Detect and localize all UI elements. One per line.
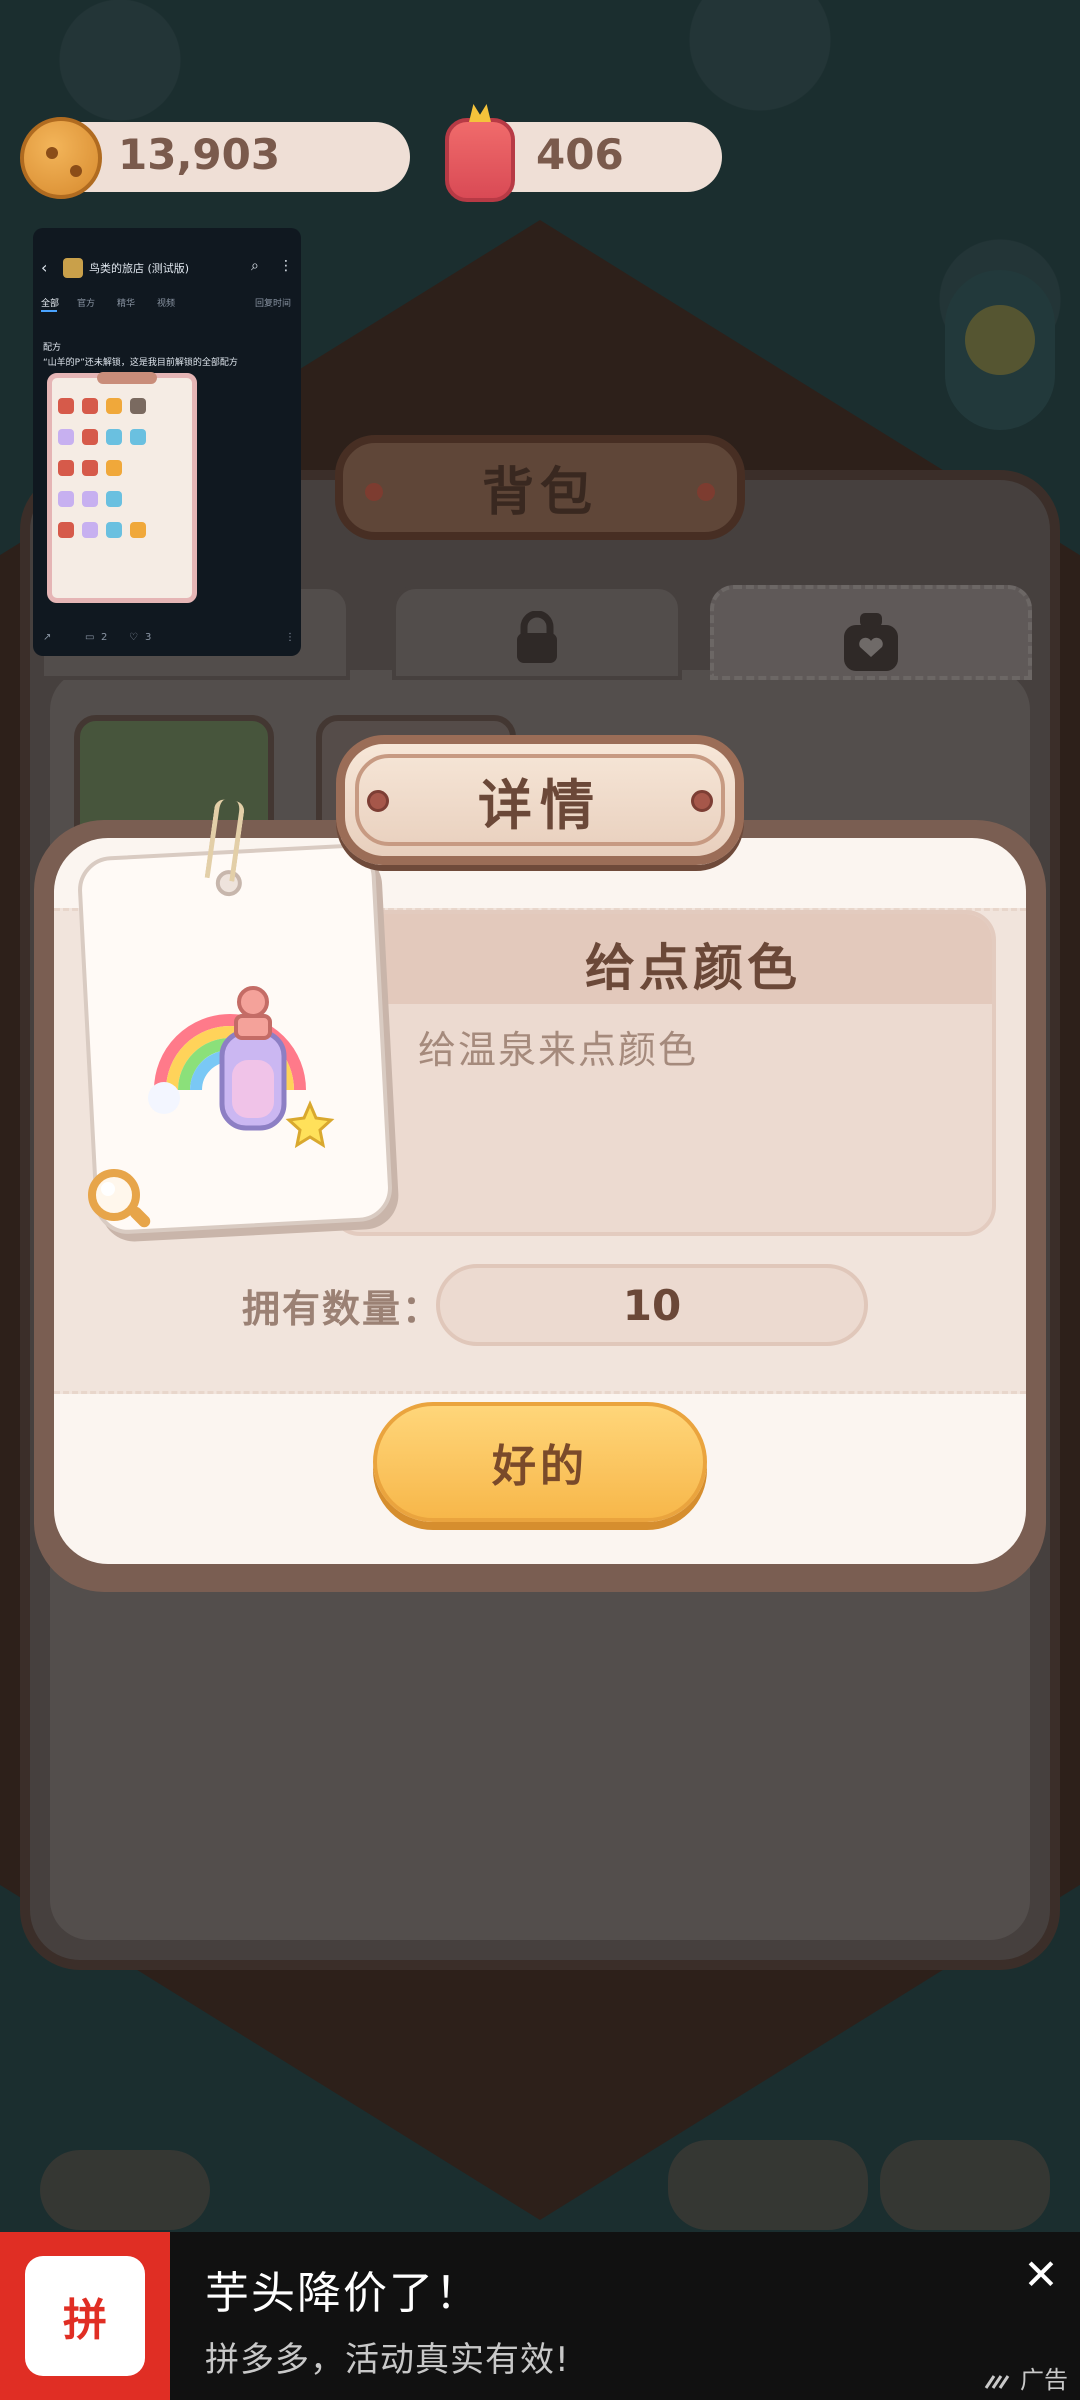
share-icon[interactable]: ↗ bbox=[43, 632, 51, 643]
ok-button-label: 好的 bbox=[492, 1441, 588, 1492]
detail-title-plaque: 详情 bbox=[336, 735, 744, 865]
pip-video-overlay[interactable]: ‹ 鸟类的旅店 (测试版) ⌕ ⋮ 全部 官方 精华 视频 回复时间 配方 “山… bbox=[33, 228, 301, 656]
pip-tab[interactable]: 官方 bbox=[77, 296, 95, 309]
item-description: 给温泉来点颜色 bbox=[418, 1028, 699, 1072]
pinduoduo-logo-icon: 拼 bbox=[0, 2232, 170, 2400]
ad-tag-text: 广告 bbox=[1020, 2366, 1068, 2394]
ad-logo-text: 拼 bbox=[63, 2295, 107, 2346]
ad-logo-inner: 拼 bbox=[25, 2256, 145, 2376]
pip-post-title: 配方 bbox=[43, 343, 62, 353]
pip-post-text: “山羊的P”还未解锁，这是我目前解锁的全部配方 bbox=[43, 358, 238, 368]
back-arrow-icon[interactable]: ‹ bbox=[41, 258, 47, 277]
pip-tab-underline bbox=[41, 310, 57, 312]
close-icon[interactable]: ✕ bbox=[1016, 2250, 1066, 2300]
more-icon[interactable]: ⋮ bbox=[279, 258, 293, 274]
pip-image-tag bbox=[97, 372, 157, 384]
cookie-count: 13,903 bbox=[118, 130, 281, 179]
dialog-title: 详情 bbox=[478, 773, 602, 837]
owned-count-label: 拥有数量： bbox=[242, 1287, 443, 1331]
cookie-icon bbox=[20, 117, 102, 199]
ad-subtitle: 拼多多，活动真实有效! bbox=[205, 2340, 570, 2380]
owned-count-box: 10 bbox=[436, 1264, 868, 1346]
pip-footer: ↗ ▭ 2 ♡ 3 ⋮ bbox=[33, 628, 301, 648]
search-icon[interactable]: ⌕ bbox=[251, 258, 259, 274]
more-icon[interactable]: ⋮ bbox=[285, 632, 295, 643]
item-info-box: 给点颜色 给温泉来点颜色 bbox=[330, 910, 996, 1236]
item-name: 给点颜色 bbox=[585, 939, 801, 997]
jam-jar-icon bbox=[445, 118, 515, 202]
magnifier-icon[interactable] bbox=[84, 1165, 154, 1235]
pip-recipe-grid bbox=[58, 398, 146, 553]
gem-count: 406 bbox=[536, 130, 624, 179]
app-icon bbox=[63, 258, 83, 278]
ad-label: 广告 bbox=[984, 2360, 1068, 2395]
ad-brand-icon bbox=[984, 2375, 1010, 2389]
pip-title: 鸟类的旅店 (测试版) bbox=[89, 262, 190, 275]
pip-tab[interactable]: 精华 bbox=[117, 296, 135, 309]
comment-count: 2 bbox=[101, 632, 108, 643]
nail-icon bbox=[367, 790, 389, 812]
nail-icon bbox=[691, 790, 713, 812]
like-icon[interactable]: ♡ bbox=[129, 632, 138, 643]
rainbow-potion-icon bbox=[148, 986, 335, 1149]
pip-sort[interactable]: 回复时间 bbox=[255, 296, 291, 309]
owned-count-value: 10 bbox=[622, 1280, 682, 1330]
ok-button[interactable]: 好的 bbox=[373, 1402, 707, 1522]
comment-icon[interactable]: ▭ bbox=[85, 632, 94, 643]
pip-post-image bbox=[47, 372, 197, 603]
like-count: 3 bbox=[145, 632, 152, 643]
pip-header: ‹ 鸟类的旅店 (测试版) ⌕ ⋮ bbox=[33, 258, 301, 284]
ad-title: 芋头降价了！ bbox=[205, 2268, 481, 2319]
ad-banner[interactable]: 拼 芋头降价了！ 拼多多，活动真实有效! ✕ 广告 bbox=[0, 2232, 1080, 2400]
pip-tab[interactable]: 视频 bbox=[157, 296, 175, 309]
pip-tab[interactable]: 全部 bbox=[41, 296, 59, 309]
